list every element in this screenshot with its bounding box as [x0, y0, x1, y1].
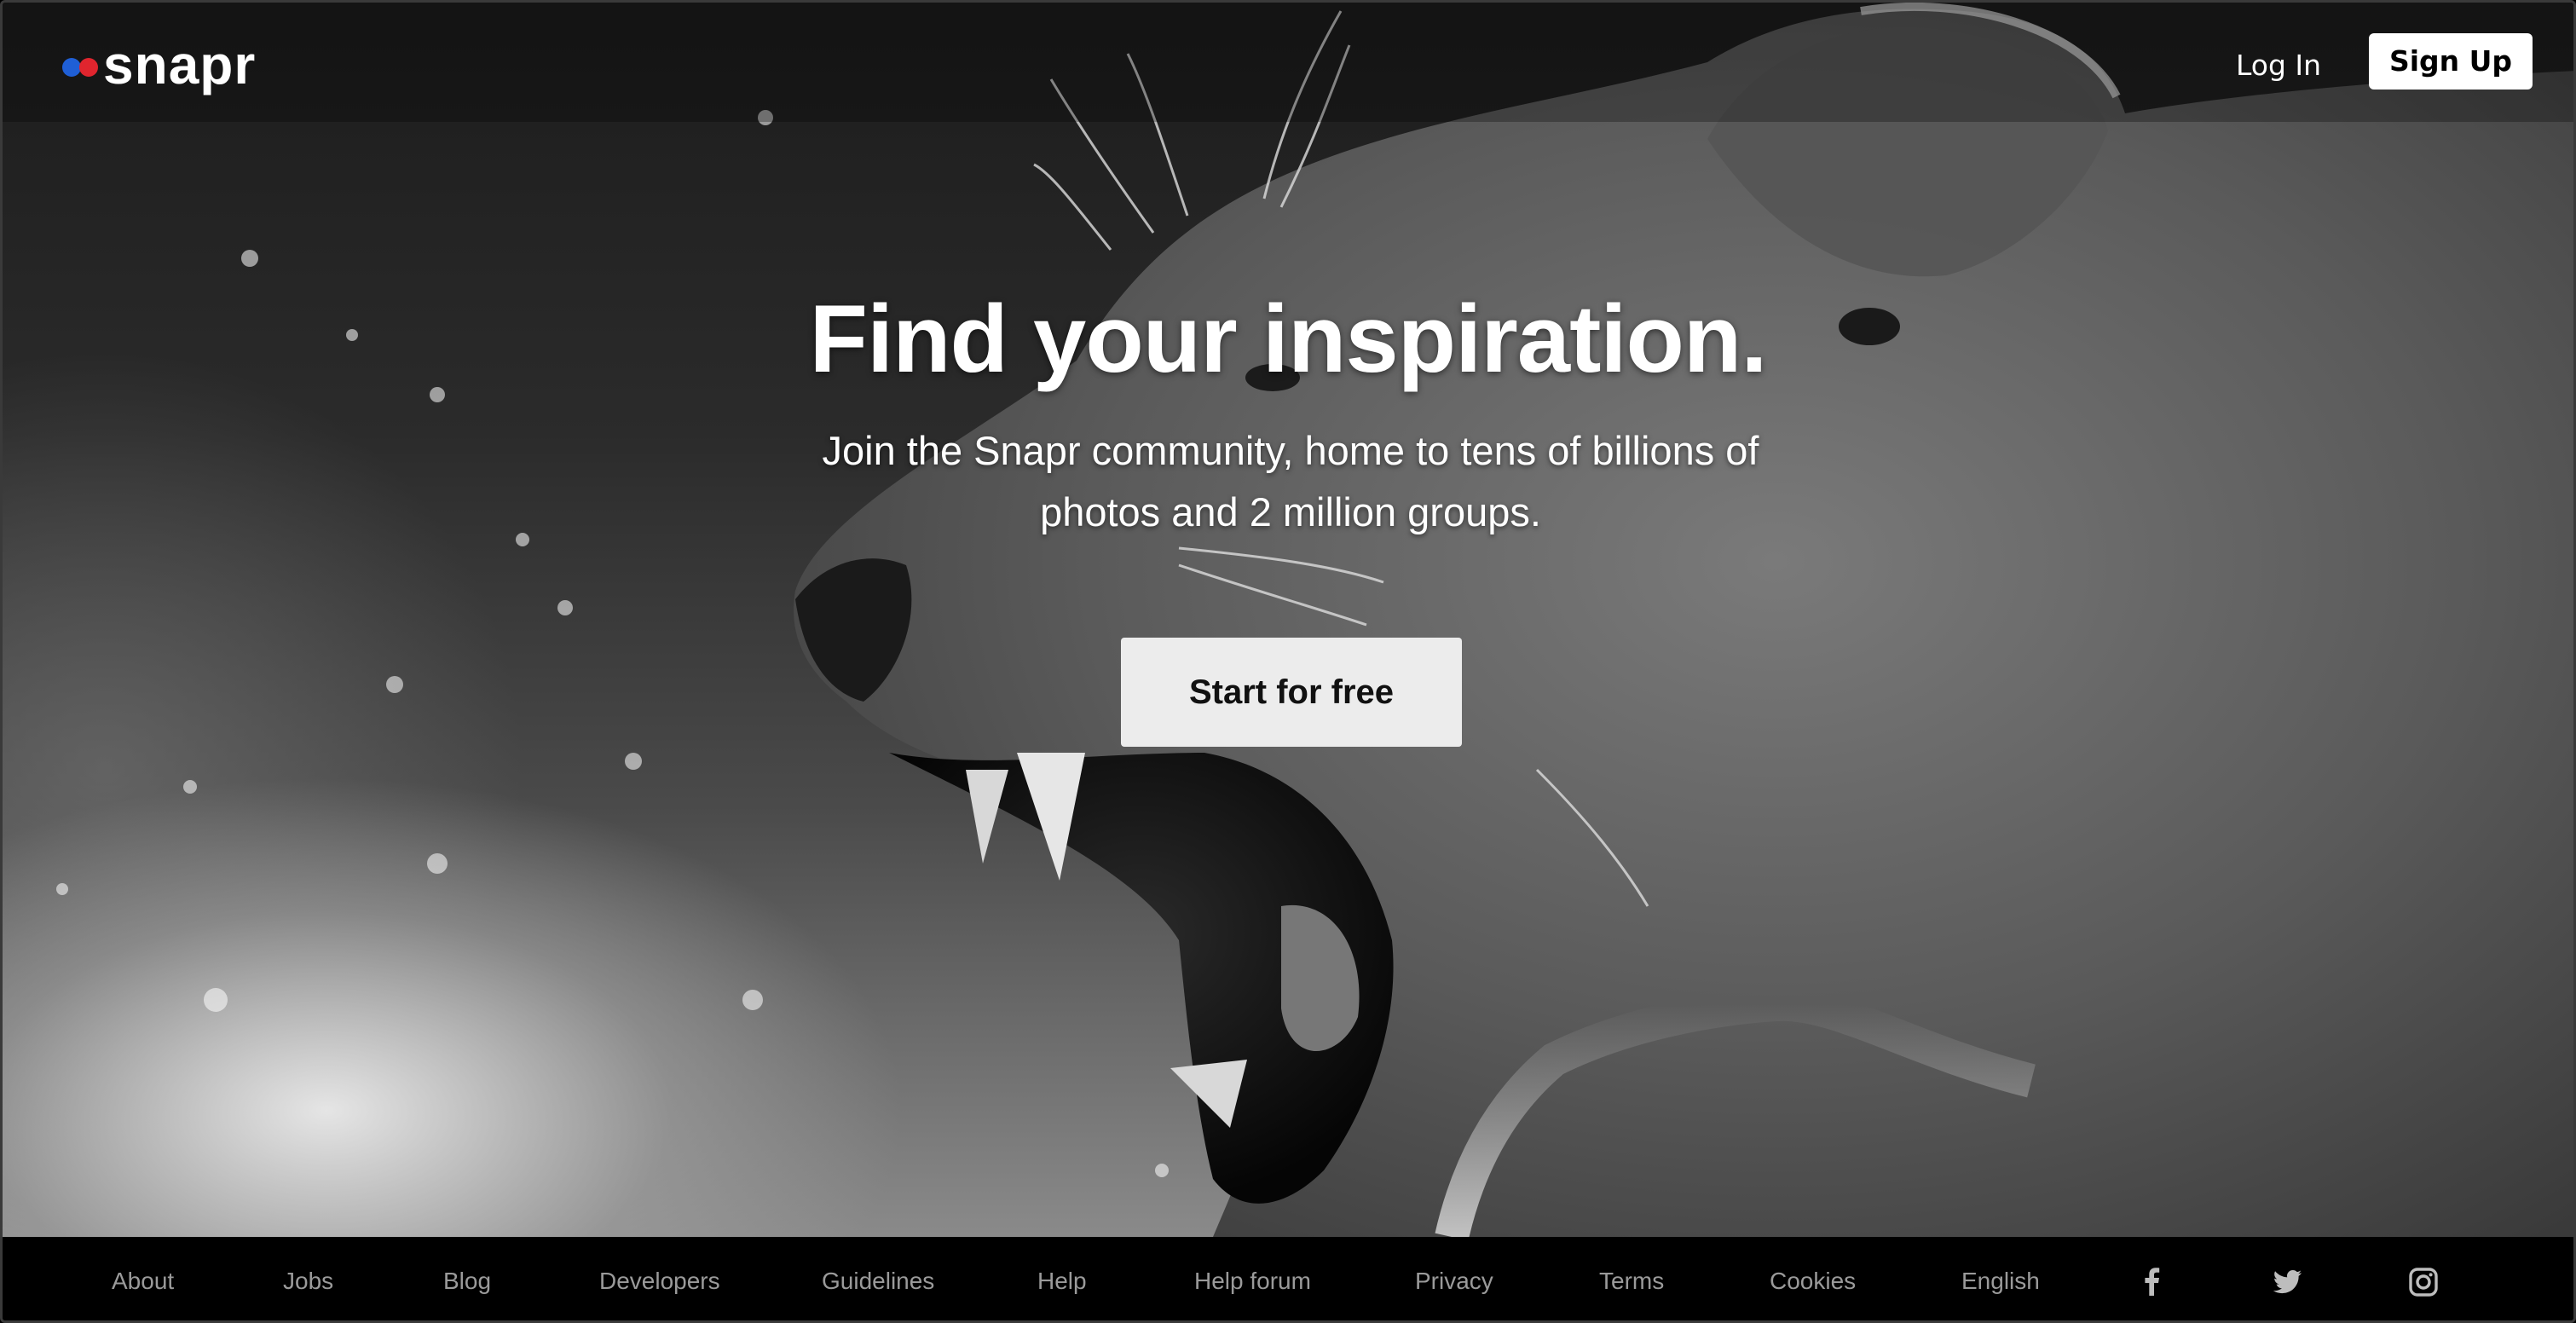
logo-dots-icon	[62, 58, 98, 77]
lioness-body	[794, 9, 2573, 1237]
lioness-background-image	[56, 3, 2573, 1237]
landing-page: snapr Log In Sign Up Find your inspirati…	[0, 0, 2576, 1323]
footer-language-selector[interactable]: English	[1961, 1237, 2040, 1320]
footer-link-privacy[interactable]: Privacy	[1415, 1237, 1493, 1320]
instagram-icon[interactable]	[2406, 1265, 2440, 1299]
hero-subheadline: Join the Snapr community, home to tens o…	[822, 428, 1759, 534]
hero-headline: Find your inspiration.	[809, 286, 1768, 392]
logo-blue-dot	[62, 58, 81, 77]
footer-link-jobs[interactable]: Jobs	[283, 1237, 333, 1320]
footer-link-developers[interactable]: Developers	[599, 1237, 720, 1320]
footer-link-help-forum[interactable]: Help forum	[1194, 1237, 1311, 1320]
start-for-free-button[interactable]: Start for free	[1121, 638, 1462, 747]
facebook-icon[interactable]	[2135, 1265, 2169, 1299]
footer-link-help[interactable]: Help	[1037, 1237, 1087, 1320]
footer-link-terms[interactable]: Terms	[1599, 1237, 1664, 1320]
twitter-icon[interactable]	[2270, 1265, 2304, 1299]
snapr-logo[interactable]: snapr	[62, 35, 256, 95]
footer-link-blog[interactable]: Blog	[443, 1237, 491, 1320]
footer-link-about[interactable]: About	[112, 1237, 174, 1320]
login-link[interactable]: Log In	[2236, 45, 2321, 86]
footer-bar: About Jobs Blog Developers Guidelines He…	[3, 1237, 2573, 1320]
hero-section	[3, 3, 2573, 1237]
footer-link-cookies[interactable]: Cookies	[1770, 1237, 1856, 1320]
top-navigation-bar: snapr Log In Sign Up	[3, 3, 2573, 122]
footer-link-guidelines[interactable]: Guidelines	[822, 1237, 934, 1320]
logo-red-dot	[79, 58, 98, 77]
logo-wordmark: snapr	[103, 34, 257, 95]
signup-button[interactable]: Sign Up	[2369, 33, 2533, 90]
